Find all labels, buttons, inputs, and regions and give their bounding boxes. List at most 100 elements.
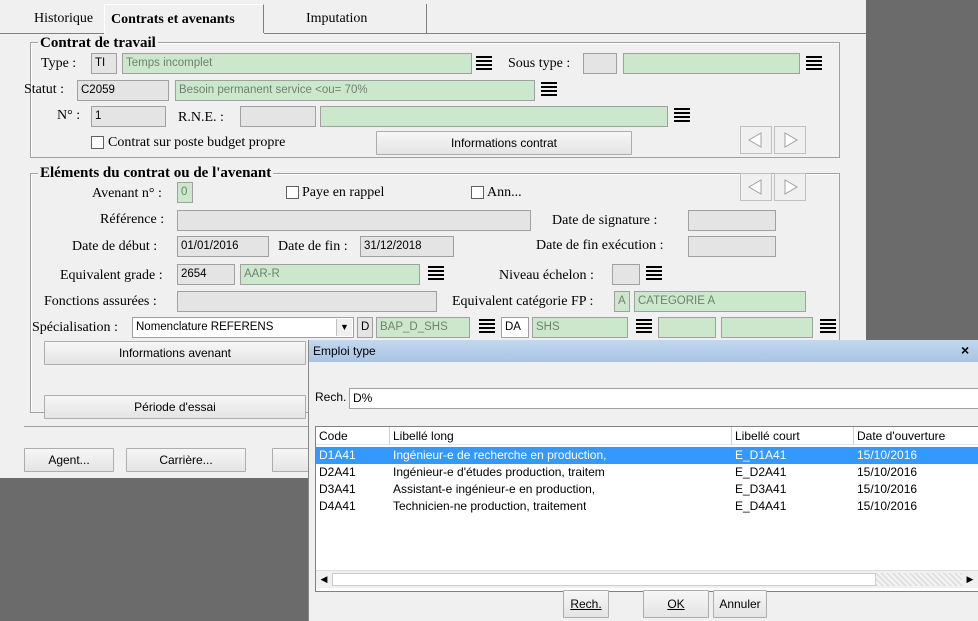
paye-label: Paye en rappel (302, 185, 385, 200)
equiv-grade-value-field[interactable]: AAR-R (240, 264, 420, 285)
no-label: N° : (57, 108, 81, 123)
sous-type-code-field[interactable] (583, 53, 617, 74)
table-row[interactable]: D4A41 Technicien-ne production, traiteme… (316, 498, 978, 515)
date-fin-exec-field[interactable] (688, 236, 776, 257)
emploi-list: Code Libellé long Libellé court Date d'o… (315, 426, 978, 592)
dialog-title: Emploi type (309, 340, 978, 362)
date-signature-field[interactable] (688, 210, 776, 231)
menu-icon[interactable] (674, 108, 690, 126)
annuler-button[interactable]: Annuler (713, 590, 767, 618)
scroll-right-icon[interactable]: ▶ (964, 573, 976, 586)
spec-value2-field[interactable]: SHS (532, 317, 628, 338)
cell-date: 15/10/2016 (857, 499, 918, 513)
menu-icon[interactable] (806, 56, 822, 74)
avenant-no-field[interactable]: 0 (177, 182, 193, 203)
fonctions-label: Fonctions assurées : (44, 294, 157, 309)
date-debut-field[interactable]: 01/01/2016 (177, 236, 269, 257)
table-row[interactable]: D3A41 Assistant-e ingénieur-e en product… (316, 481, 978, 498)
next-avenant-button[interactable] (774, 173, 806, 201)
tab-imputation[interactable]: Imputation (300, 4, 373, 33)
sous-type-label: Sous type : (508, 56, 571, 71)
close-icon[interactable]: × (961, 342, 969, 358)
menu-icon[interactable] (636, 319, 652, 337)
annuler-button-label: Annuler (719, 597, 761, 611)
niveau-label: Niveau échelon : (499, 268, 594, 283)
specialisation-select[interactable]: Nomenclature REFERENS (132, 317, 354, 338)
menu-icon[interactable] (820, 319, 836, 337)
cell-date: 15/10/2016 (857, 465, 918, 479)
next-contract-button[interactable] (774, 126, 806, 154)
spec-code1-field[interactable]: D (357, 317, 373, 338)
equiv-cat-value-field[interactable]: CATEGORIE A (634, 291, 806, 312)
table-row[interactable]: D2A41 Ingénieur-e d'études production, t… (316, 464, 978, 481)
carriere-button[interactable]: Carrière... (126, 448, 246, 472)
cell-libelle-long: Assistant-e ingénieur-e en production, (393, 482, 596, 496)
menu-icon[interactable] (541, 82, 557, 100)
ok-button[interactable]: OK (643, 590, 709, 618)
date-signature-label: Date de signature : (552, 213, 658, 228)
no-field[interactable]: 1 (91, 106, 166, 127)
cell-libelle-court: E_D4A41 (735, 499, 787, 513)
niveau-field[interactable] (612, 264, 640, 285)
menu-icon[interactable] (646, 266, 662, 284)
sous-type-value-field[interactable] (623, 53, 800, 74)
scroll-track[interactable] (876, 573, 962, 586)
date-fin-field[interactable]: 31/12/2018 (360, 236, 454, 257)
emploi-type-dialog: Emploi type × Rech. D% Code Libellé long… (308, 340, 978, 621)
menu-icon[interactable] (476, 56, 492, 74)
ann-label: Ann... (487, 185, 522, 200)
arrow-right-icon (784, 132, 798, 148)
table-row[interactable]: D1A41 Ingénieur-e de recherche en produc… (316, 447, 978, 464)
type-code-field[interactable]: TI (91, 53, 117, 74)
menu-icon[interactable] (428, 266, 444, 284)
type-label: Type : (41, 56, 77, 71)
col-libelle-court[interactable]: Libellé court (732, 427, 854, 445)
cell-libelle-long: Ingénieur-e d'études production, traitem (393, 465, 605, 479)
spec-code2-field[interactable]: DA (501, 317, 529, 338)
col-code[interactable]: Code (316, 427, 390, 445)
spec-value1-field[interactable]: BAP_D_SHS (376, 317, 470, 338)
equiv-grade-code-field[interactable]: 2654 (177, 264, 235, 285)
ok-button-label: OK (667, 597, 685, 611)
spec-code3-field[interactable] (658, 317, 716, 338)
rne-code-field[interactable] (240, 106, 316, 127)
tab-historique[interactable]: Historique (28, 4, 99, 33)
horizontal-scrollbar[interactable]: ◀ ▶ (316, 570, 978, 588)
prev-contract-button[interactable] (740, 126, 772, 154)
prev-avenant-button[interactable] (740, 173, 772, 201)
col-date-ouverture[interactable]: Date d'ouverture (854, 427, 978, 445)
cell-libelle-court: E_D2A41 (735, 465, 787, 479)
cell-code: D1A41 (319, 448, 356, 462)
fonctions-field[interactable] (177, 291, 437, 312)
specialisation-label: Spécialisation : (32, 320, 118, 335)
informations-contrat-button[interactable]: Informations contrat (376, 131, 632, 155)
rech-button[interactable]: Rech. (563, 590, 609, 618)
type-value-field[interactable]: Temps incomplet (122, 53, 472, 74)
equiv-cat-code-field[interactable]: A (614, 291, 630, 312)
periode-essai-button[interactable]: Période d'essai (44, 395, 306, 419)
informations-avenant-button[interactable]: Informations avenant (44, 341, 306, 365)
search-input[interactable]: D% (349, 388, 978, 409)
date-debut-label: Date de début : (72, 239, 158, 254)
scroll-thumb[interactable] (332, 573, 876, 586)
chevron-down-icon[interactable]: ▼ (336, 319, 352, 336)
statut-value-field[interactable]: Besoin permanent service <ou= 70% (175, 80, 535, 101)
budget-checkbox[interactable] (91, 136, 104, 149)
rne-value-field[interactable] (320, 106, 668, 127)
more-button[interactable] (272, 448, 312, 472)
tab-contrats[interactable]: Contrats et avenants (104, 4, 264, 33)
cell-code: D3A41 (319, 482, 356, 496)
statut-code-field[interactable]: C2059 (77, 80, 169, 101)
spec-value3-field[interactable] (721, 317, 813, 338)
scroll-left-icon[interactable]: ◀ (318, 573, 330, 586)
paye-checkbox[interactable] (286, 186, 299, 199)
cell-libelle-court: E_D1A41 (735, 448, 787, 462)
menu-icon[interactable] (479, 319, 495, 337)
date-fin-exec-label: Date de fin exécution : (536, 238, 664, 253)
agent-button[interactable]: Agent... (24, 448, 114, 472)
col-libelle-long[interactable]: Libellé long (390, 427, 732, 445)
date-fin-label: Date de fin : (278, 239, 348, 254)
reference-field[interactable] (177, 210, 531, 231)
tab-divider (426, 4, 427, 33)
ann-checkbox[interactable] (471, 186, 484, 199)
